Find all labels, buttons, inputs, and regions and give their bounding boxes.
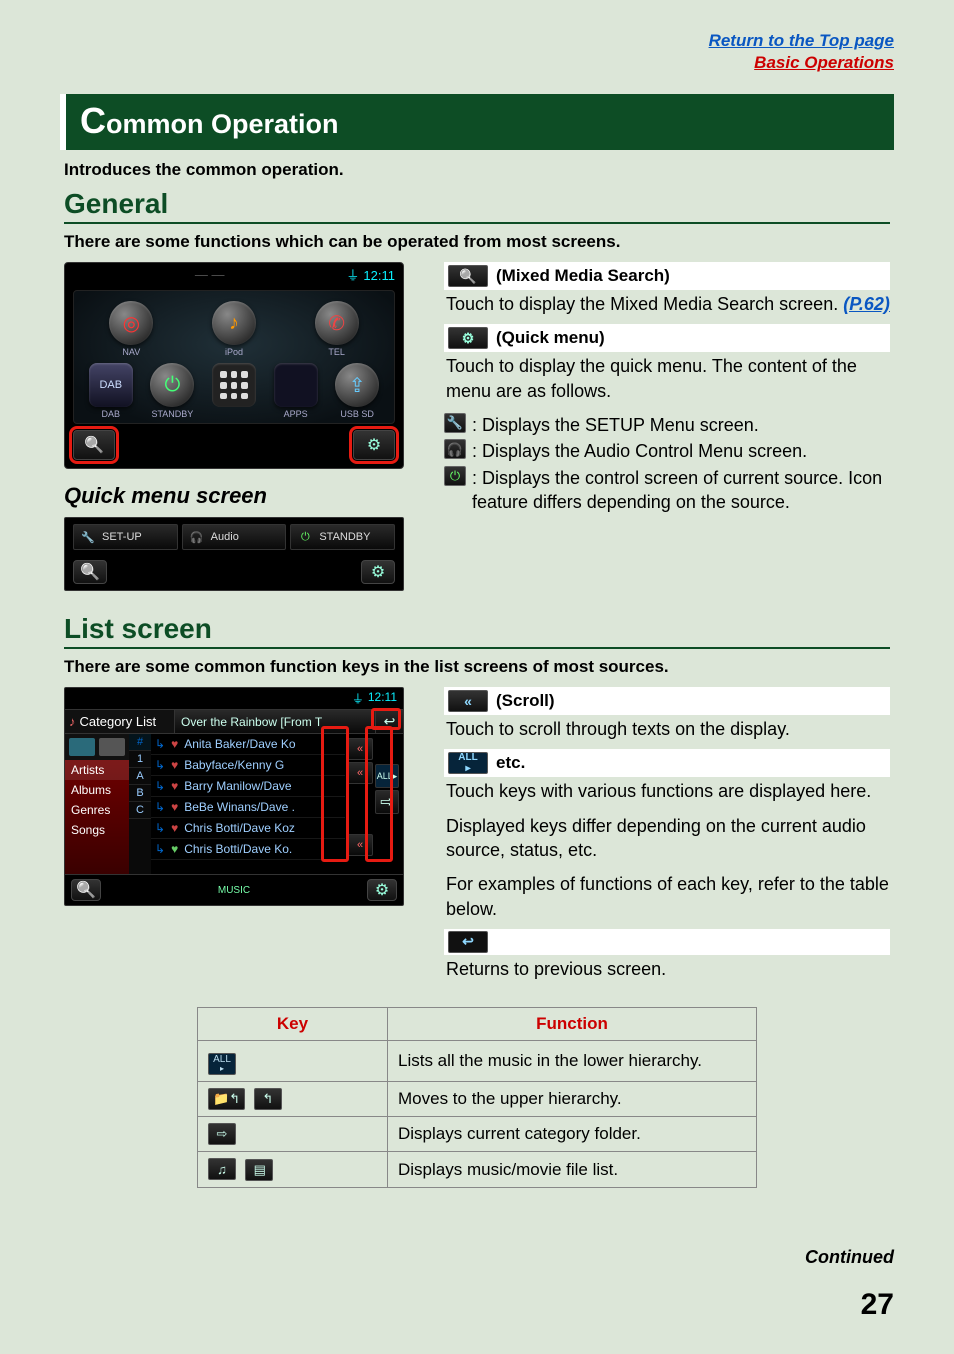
- list-item[interactable]: ↳♥Chris Botti/Dave Koz: [151, 818, 345, 839]
- function-table: Key Function ALL▸ Lists all the music in…: [197, 1007, 757, 1188]
- music-list-icon: [208, 1158, 236, 1180]
- link-return-top[interactable]: Return to the Top page: [709, 31, 894, 50]
- wifi-icon: ⏚: [346, 268, 359, 283]
- list-lead: There are some common function keys in t…: [64, 657, 890, 677]
- scroll-icon: «: [448, 690, 488, 712]
- clock: 12:11: [368, 690, 397, 707]
- desc-head-back: [444, 929, 890, 955]
- gear-icon: [448, 327, 488, 349]
- table-row: Displays music/movie file list.: [198, 1152, 757, 1188]
- power-icon: ⏻: [444, 466, 466, 486]
- heading-general: General: [64, 188, 890, 224]
- header-links: Return to the Top page Basic Operations: [60, 30, 894, 74]
- clock: 12:11: [363, 268, 395, 283]
- up-hierarchy-icon-alt: ↰: [254, 1088, 282, 1110]
- gear-icon: [375, 880, 389, 900]
- th-function: Function: [388, 1008, 757, 1041]
- desc-text-etc3: For examples of functions of each key, r…: [444, 870, 890, 929]
- desc-head-scroll: « (Scroll): [444, 687, 890, 715]
- category-sidebar: Artists Albums Genres Songs: [65, 734, 129, 874]
- list-item[interactable]: ↳♥Anita Baker/Dave Ko: [151, 734, 345, 755]
- section-title: Common Operation: [60, 94, 894, 150]
- desc-head-quickmenu: (Quick menu): [444, 324, 890, 352]
- heading-list: List screen: [64, 613, 890, 649]
- cat-artists[interactable]: Artists: [65, 760, 129, 780]
- audio-icon: 🎧: [189, 529, 205, 545]
- desc-text-scroll: Touch to scroll through texts on the dis…: [444, 715, 890, 749]
- desc-head-etc: ALL▸ etc.: [444, 749, 890, 777]
- app-dab[interactable]: DABDAB: [83, 363, 139, 419]
- general-descriptions: (Mixed Media Search) Touch to display th…: [444, 262, 890, 591]
- link-basic-ops[interactable]: Basic Operations: [754, 53, 894, 72]
- category-list-header: ♪Category List: [65, 710, 175, 733]
- qm-setup[interactable]: 🔧SET-UP: [73, 524, 178, 550]
- power-icon: ⏻: [297, 529, 313, 545]
- general-lead: There are some functions which can be op…: [64, 232, 890, 252]
- table-row: 📁↰ ↰ Moves to the upper hierarchy.: [198, 1082, 757, 1117]
- ls-gear[interactable]: [367, 879, 397, 901]
- title-cap: C: [80, 100, 106, 141]
- audio-icon: 🎧: [444, 439, 466, 459]
- app-grid[interactable]: [206, 363, 262, 419]
- qm-audio[interactable]: 🎧Audio: [182, 524, 287, 550]
- current-folder-icon: [208, 1123, 236, 1145]
- quick-menu-button[interactable]: [353, 430, 395, 460]
- callout-scroll-column: [321, 726, 349, 862]
- all-key-icon: ALL▸: [208, 1053, 236, 1075]
- wrench-icon: 🔧: [444, 413, 466, 433]
- app-usbsd[interactable]: ⇪USB SD: [329, 363, 385, 419]
- table-row: Displays current category folder.: [198, 1117, 757, 1152]
- list-item[interactable]: ↳♥Barry Manilow/Dave: [151, 776, 345, 797]
- title-rest: ommon Operation: [106, 109, 339, 139]
- qm-search[interactable]: [73, 560, 107, 584]
- app-tel[interactable]: ✆TEL: [309, 301, 365, 357]
- desc-text-search: Touch to display the Mixed Media Search …: [444, 290, 890, 324]
- list-item[interactable]: ↳♥BeBe Winans/Dave .: [151, 797, 345, 818]
- desc-text-etc1: Touch keys with various functions are di…: [444, 777, 890, 811]
- track-list: ↳♥Anita Baker/Dave Ko ↳♥Babyface/Kenny G…: [151, 734, 345, 874]
- wifi-icon: ⏚: [352, 690, 364, 707]
- app-nav[interactable]: ◎NAV: [103, 301, 159, 357]
- intro-text: Introduces the common operation.: [64, 160, 890, 180]
- mixed-search-button[interactable]: [73, 430, 115, 460]
- ls-search[interactable]: [71, 879, 101, 901]
- gear-icon: [371, 562, 385, 582]
- page-number: 27: [861, 1288, 894, 1322]
- back-icon: [448, 931, 488, 953]
- qm-gear[interactable]: [361, 560, 395, 584]
- list-item[interactable]: ↳♥Chris Botti/Dave Ko.: [151, 839, 345, 860]
- search-icon: [448, 265, 488, 287]
- alpha-index[interactable]: # 1 A B C: [129, 734, 151, 874]
- movie-list-icon: [245, 1159, 273, 1181]
- desc-text-etc2: Displayed keys differ depending on the c…: [444, 812, 890, 871]
- ls-mode-label: MUSIC: [101, 885, 367, 896]
- link-p62[interactable]: (P.62): [843, 294, 890, 314]
- cat-albums[interactable]: Albums: [65, 780, 129, 800]
- app-standby[interactable]: ⏻STANDBY: [144, 363, 200, 419]
- all-key-icon: ALL▸: [448, 752, 488, 774]
- callout-keys-column: [365, 726, 393, 862]
- continued-label: Continued: [805, 1247, 894, 1268]
- callout-back: [371, 708, 401, 730]
- quick-menu-bar-mock: 🔧SET-UP 🎧Audio ⏻STANDBY: [64, 517, 404, 591]
- gear-icon: [367, 435, 381, 455]
- home-screen-mock: — — ⏚12:11 ◎NAV ♪iPod ✆TEL DABDAB ⏻STAND…: [64, 262, 404, 469]
- up-hierarchy-icon: 📁↰: [208, 1088, 245, 1110]
- app-apps[interactable]: APPS: [268, 363, 324, 419]
- wrench-icon: 🔧: [80, 529, 96, 545]
- list-descriptions: « (Scroll) Touch to scroll through texts…: [444, 687, 890, 989]
- app-ipod[interactable]: ♪iPod: [206, 301, 262, 357]
- desc-head-search: (Mixed Media Search): [444, 262, 890, 290]
- list-screen-mock: ⏚12:11 ♪Category List Over the Rainbow […: [64, 687, 404, 906]
- th-key: Key: [198, 1008, 388, 1041]
- desc-text-back: Returns to previous screen.: [444, 955, 890, 989]
- cat-genres[interactable]: Genres: [65, 800, 129, 820]
- cat-songs[interactable]: Songs: [65, 820, 129, 840]
- list-item[interactable]: ↳♥Babyface/Kenny G: [151, 755, 345, 776]
- qm-standby[interactable]: ⏻STANDBY: [290, 524, 395, 550]
- table-row: ALL▸ Lists all the music in the lower hi…: [198, 1041, 757, 1082]
- desc-text-quickmenu: Touch to display the quick menu. The con…: [444, 352, 890, 411]
- heading-quick-menu: Quick menu screen: [64, 483, 414, 509]
